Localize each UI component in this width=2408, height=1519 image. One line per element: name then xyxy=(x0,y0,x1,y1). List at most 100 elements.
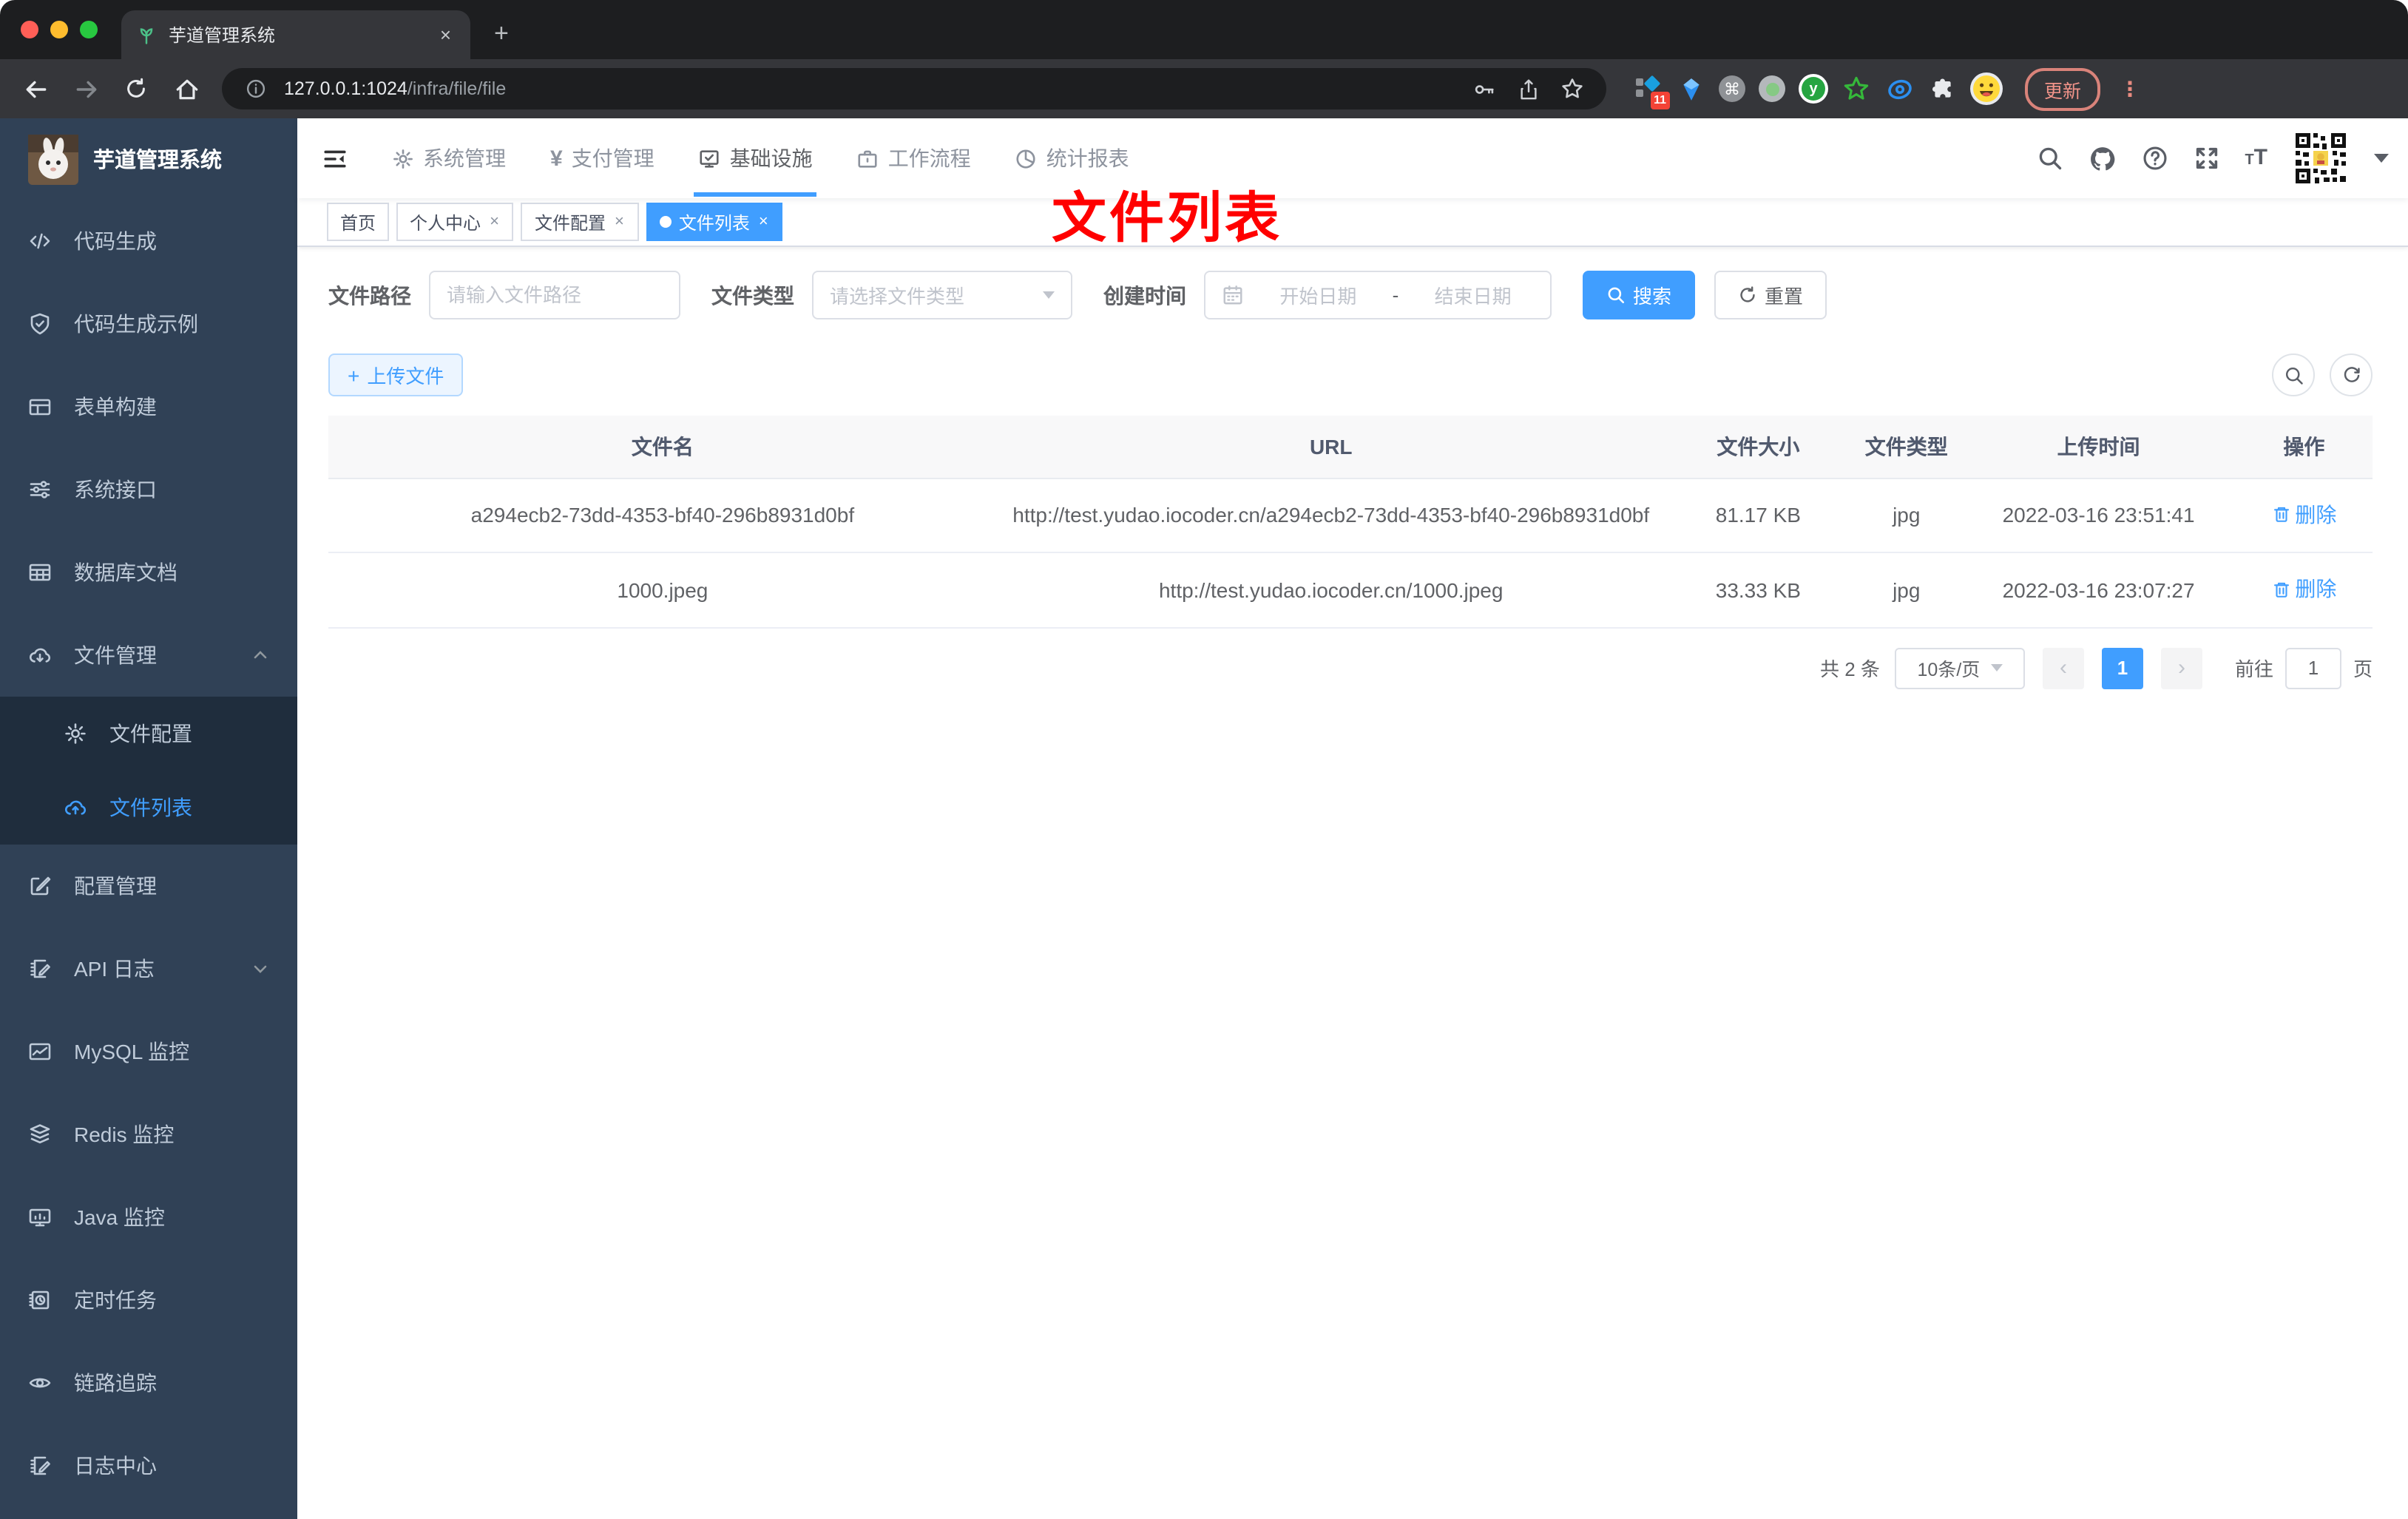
extension-star-icon[interactable] xyxy=(1841,74,1871,104)
close-icon[interactable]: × xyxy=(488,213,501,231)
url-text[interactable]: 127.0.0.1:1024/infra/file/file xyxy=(284,78,1455,99)
home-icon[interactable] xyxy=(166,68,207,109)
file-type-select[interactable]: 请选择文件类型 xyxy=(812,271,1072,319)
close-icon[interactable]: × xyxy=(757,213,770,231)
back-icon[interactable] xyxy=(15,68,56,109)
browser-tabstrip: 芋道管理系统 × + xyxy=(0,0,2408,59)
extension-tampermonkey-icon[interactable]: 11 xyxy=(1633,74,1670,109)
sidebar-collapse-icon[interactable] xyxy=(297,146,370,171)
address-bar[interactable]: 127.0.0.1:1024/infra/file/file xyxy=(222,68,1606,109)
date-start-placeholder: 开始日期 xyxy=(1279,285,1357,308)
filter-create-time: 创建时间 开始日期 - 结束日期 xyxy=(1103,271,1552,319)
sidebar-logo: 芋道管理系统 xyxy=(0,118,297,200)
upload-file-button[interactable]: + 上传文件 xyxy=(328,353,464,396)
topnav-system-management[interactable]: 系统管理 xyxy=(370,118,528,198)
chevron-down-icon xyxy=(1043,291,1055,299)
close-icon[interactable]: × xyxy=(613,213,626,231)
tag-file-config[interactable]: 文件配置 × xyxy=(521,203,639,241)
avatar-caret-down-icon[interactable] xyxy=(2374,154,2389,163)
sidebar-item-scheduled-tasks[interactable]: 定时任务 xyxy=(0,1259,297,1342)
sidebar-item-tracing[interactable]: 链路追踪 xyxy=(0,1342,297,1424)
reload-icon[interactable] xyxy=(115,68,157,109)
github-icon[interactable] xyxy=(2088,144,2116,172)
topnav-workflow[interactable]: 工作流程 xyxy=(835,118,993,198)
extension-vimium-icon[interactable] xyxy=(1676,74,1705,104)
forward-icon[interactable] xyxy=(65,68,106,109)
font-size-icon[interactable]: TT xyxy=(2245,145,2267,172)
layers-icon xyxy=(30,1124,50,1144)
sidebar-item-db-doc[interactable]: 数据库文档 xyxy=(0,531,297,614)
col-file-name: 文件名 xyxy=(328,416,997,478)
log-edit-icon xyxy=(30,959,50,978)
extensions-puzzle-icon[interactable] xyxy=(1927,74,1957,104)
sidebar-item-code-demo[interactable]: 代码生成示例 xyxy=(0,283,297,365)
new-tab-button[interactable]: + xyxy=(494,19,509,59)
share-icon[interactable] xyxy=(1512,72,1544,105)
close-window-button[interactable] xyxy=(21,21,38,38)
traffic-lights[interactable] xyxy=(21,21,98,38)
extension-command-icon[interactable]: ⌘ xyxy=(1719,75,1745,102)
sidebar: 芋道管理系统 代码生成 代码生成示例 表单构建 系统接口 数据库文档 文件管理 … xyxy=(0,118,297,1519)
sidebar-submenu-file: 文件配置 文件列表 xyxy=(0,697,297,845)
col-actions: 操作 xyxy=(2235,416,2373,478)
topnav-statistics[interactable]: 统计报表 xyxy=(993,118,1151,198)
app-title: 芋道管理系统 xyxy=(93,149,222,173)
user-avatar-qr[interactable] xyxy=(2293,130,2349,186)
search-icon[interactable] xyxy=(2036,145,2063,172)
topnav-payment-management[interactable]: ¥ 支付管理 xyxy=(528,118,677,198)
tag-file-list[interactable]: 文件列表 × xyxy=(646,203,783,241)
delete-button[interactable]: 删除 xyxy=(2271,498,2336,530)
sidebar-item-redis-monitor[interactable]: Redis 监控 xyxy=(0,1093,297,1176)
sidebar-item-system-api[interactable]: 系统接口 xyxy=(0,448,297,531)
sidebar-item-java-monitor[interactable]: Java 监控 xyxy=(0,1176,297,1259)
browser-tab[interactable]: 芋道管理系统 × xyxy=(121,10,470,59)
table-row: 1000.jpeg http://test.yudao.iocoder.cn/1… xyxy=(328,552,2373,628)
sidebar-item-file-management[interactable]: 文件管理 xyxy=(0,614,297,697)
sidebar-item-file-list[interactable]: 文件列表 xyxy=(0,771,297,845)
page-size-select[interactable]: 10条/页 xyxy=(1894,647,2025,689)
monitor-icon xyxy=(29,1208,51,1227)
date-end-placeholder: 结束日期 xyxy=(1434,285,1512,308)
bookmark-star-icon[interactable] xyxy=(1556,72,1589,105)
sidebar-item-file-config[interactable]: 文件配置 xyxy=(0,697,297,771)
next-page-button[interactable]: › xyxy=(2160,647,2202,689)
cell-file-name: 1000.jpeg xyxy=(328,552,997,628)
browser-update-button[interactable]: 更新 xyxy=(2025,67,2101,110)
edit-square-icon xyxy=(30,876,51,896)
col-url: URL xyxy=(996,416,1665,478)
tag-home[interactable]: 首页 xyxy=(327,203,390,241)
sidebar-item-code-generation[interactable]: 代码生成 xyxy=(0,200,297,283)
refresh-table-button[interactable] xyxy=(2330,353,2373,396)
browser-menu-icon[interactable]: ⋮ xyxy=(2114,76,2146,101)
delete-button[interactable]: 删除 xyxy=(2271,572,2336,605)
date-range-picker[interactable]: 开始日期 - 结束日期 xyxy=(1204,271,1552,319)
tab-close-icon[interactable]: × xyxy=(436,24,456,46)
sidebar-item-config-management[interactable]: 配置管理 xyxy=(0,845,297,927)
tag-profile[interactable]: 个人中心 × xyxy=(396,203,514,241)
file-path-input[interactable] xyxy=(447,284,663,306)
extension-circle-icon[interactable] xyxy=(1759,75,1785,102)
site-info-icon[interactable] xyxy=(240,72,272,105)
yen-icon: ¥ xyxy=(550,146,563,171)
fullscreen-icon[interactable] xyxy=(2193,145,2219,172)
reset-button[interactable]: 重置 xyxy=(1714,271,1827,319)
sidebar-item-mysql-monitor[interactable]: MySQL 监控 xyxy=(0,1010,297,1093)
help-icon[interactable] xyxy=(2141,145,2168,172)
maximize-window-button[interactable] xyxy=(80,21,98,38)
topnav-infrastructure[interactable]: 基础设施 xyxy=(677,118,835,198)
password-key-icon[interactable] xyxy=(1467,72,1500,105)
search-button[interactable]: 搜索 xyxy=(1583,271,1696,319)
extension-eye-icon[interactable] xyxy=(1884,74,1914,104)
show-search-toggle-button[interactable] xyxy=(2272,353,2315,396)
sidebar-item-form-builder[interactable]: 表单构建 xyxy=(0,365,297,448)
page-content: 文件路径 文件类型 请选择文件类型 创建时间 xyxy=(297,247,2408,1519)
page-number-1[interactable]: 1 xyxy=(2101,647,2143,689)
profile-avatar-emoji[interactable] xyxy=(1970,72,2003,105)
tab-title: 芋道管理系统 xyxy=(169,25,276,46)
extension-y-icon[interactable]: y xyxy=(1799,74,1828,104)
sidebar-item-log-center[interactable]: 日志中心 xyxy=(0,1424,297,1507)
goto-page-input[interactable] xyxy=(2284,647,2341,689)
prev-page-button[interactable]: ‹ xyxy=(2042,647,2084,689)
minimize-window-button[interactable] xyxy=(50,21,68,38)
sidebar-item-api-log[interactable]: API 日志 xyxy=(0,927,297,1010)
